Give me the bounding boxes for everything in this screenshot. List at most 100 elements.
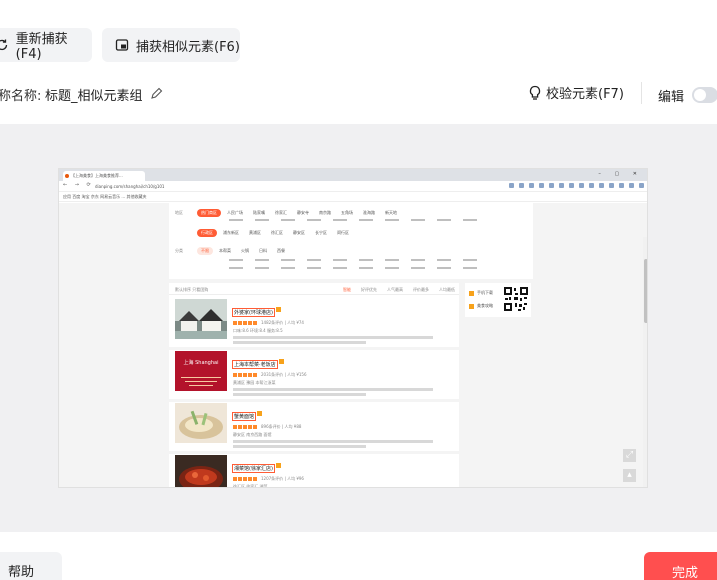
sort-option: 评价最多 <box>413 287 429 292</box>
filter-items: 浦东新区 黄浦区 徐汇区 静安区 长宁区 闵行区 <box>223 230 349 236</box>
text-line <box>233 393 367 396</box>
filter-option: 静安寺 <box>297 210 309 215</box>
edit-mode-label: 编辑 <box>658 90 685 105</box>
badge-icon <box>275 307 281 312</box>
edit-mode-toggle[interactable] <box>692 87 717 103</box>
recapture-button[interactable]: 重新捕获(F4) <box>0 28 92 62</box>
filter-option: 陆家嘴 <box>253 210 265 215</box>
scrollbar-thumb <box>644 259 647 323</box>
browser-tab-title: 【上海美食】上海美食推荐... <box>71 173 123 178</box>
filter-option: 新天地 <box>385 210 397 215</box>
filter-option: 本帮菜 <box>219 248 231 253</box>
filter-row-district: 行政区 浦东新区 黄浦区 徐汇区 静安区 长宁区 闵行区 <box>169 229 533 237</box>
filter-option: 黄浦区 <box>249 230 261 235</box>
shop-meta: 896条评价 | 人均 ¥88 <box>261 424 302 429</box>
lightbulb-icon <box>528 85 542 101</box>
shop-thumbnail <box>175 299 227 339</box>
element-name-value: 标题_相似元素组 <box>45 89 143 104</box>
sort-option: 好评优先 <box>361 287 377 292</box>
shop-list-item: 蟹黄面馆 896条评价 | 人均 ¥88 静安区 南京西路 面馆 <box>175 401 457 449</box>
toggle-knob <box>694 89 706 101</box>
verify-element-button[interactable]: 校验元素(F7) <box>528 83 624 102</box>
shop-sub: 徐汇区 徐家汇 湘菜 <box>233 484 268 488</box>
filter-option: 西餐 <box>277 248 285 253</box>
filter-placeholder-line <box>229 259 529 262</box>
browser-extensions <box>509 183 647 188</box>
side-link: 手机下载 <box>469 290 493 296</box>
badge-icon <box>275 463 281 468</box>
sort-option: 智能 <box>343 287 351 292</box>
recapture-label: 重新捕获(F4) <box>15 32 68 62</box>
shop-list-item: 湘菜馆(徐家汇店) 1207条评价 | 人均 ¥96 徐汇区 徐家汇 湘菜 <box>175 453 457 488</box>
capture-similar-button[interactable]: 捕获相似元素(F6) <box>102 28 240 62</box>
done-button[interactable]: 完成 <box>644 552 717 580</box>
text-line <box>233 388 433 391</box>
name-label: 称名称: <box>0 89 42 104</box>
shop-meta: 1207条评价 | 人均 ¥96 <box>261 476 304 481</box>
refresh-icon <box>0 37 10 53</box>
shop-sub: 口味:8.6 环境:8.4 服务:8.5 <box>233 328 283 333</box>
name-row: 称名称: 标题_相似元素组 校验元素(F7) 编辑 <box>0 80 717 108</box>
rating-stars: 2031条评价 | 人均 ¥156 <box>233 372 455 378</box>
shop-title: 上海本帮菜·老饭店 <box>232 360 278 369</box>
capture-similar-icon <box>114 37 130 53</box>
sort-option: 人气最高 <box>387 287 403 292</box>
browser-screenshot: 【上海美食】上海美食推荐... – ▢ ✕ ← → ⟳ dianping.com… <box>58 168 648 488</box>
fullscreen-icon: ⤢ <box>623 449 636 462</box>
sort-options: 智能 好评优先 人气最高 评价最多 人均最低 <box>343 287 455 293</box>
shop-thumbnail <box>175 455 227 487</box>
sort-left-label: 默认排序 只看团购 <box>175 287 209 292</box>
back-to-top-icon: ▴ <box>623 469 636 482</box>
filter-option: 人民广场 <box>227 210 243 215</box>
filter-option: 长宁区 <box>315 230 327 235</box>
filter-option: 淮海路 <box>363 210 375 215</box>
filter-option: 火锅 <box>241 248 249 253</box>
filter-key: 地区 <box>175 210 183 215</box>
shop-thumbnail <box>175 403 227 443</box>
filter-option: 静安区 <box>293 230 305 235</box>
shop-title: 外婆家(环球港店) <box>232 308 275 317</box>
sort-bar: 默认排序 只看团购 智能 好评优先 人气最高 评价最多 人均最低 <box>169 283 459 295</box>
shop-sub: 黄浦区 豫园 本帮江浙菜 <box>233 380 276 385</box>
capture-similar-label: 捕获相似元素(F6) <box>136 39 240 55</box>
filter-key: 分类 <box>175 248 183 253</box>
shop-title: 湘菜馆(徐家汇店) <box>232 464 275 473</box>
filter-option: 闵行区 <box>337 230 349 235</box>
shop-sub: 静安区 南京西路 面馆 <box>233 432 272 437</box>
filter-items: 本帮菜 火锅 日料 西餐 <box>219 248 285 254</box>
sort-option: 人均最低 <box>439 287 455 292</box>
filter-chip-category: 不限 <box>197 247 213 255</box>
help-button[interactable]: 帮助 <box>0 552 62 580</box>
filter-option: 徐汇区 <box>271 230 283 235</box>
filter-option: 徐家汇 <box>275 210 287 215</box>
badge-icon <box>278 359 284 364</box>
browser-url: dianping.com/shanghai/ch10/g101 <box>95 184 165 189</box>
browser-tabstrip: 【上海美食】上海美食推荐... – ▢ ✕ <box>59 169 647 181</box>
poster-text: 上海 Shanghai <box>183 360 219 366</box>
dianping-page: 地区 热门商区 人民广场 陆家嘴 徐家汇 静安寺 南京路 五角场 淮海路 新天地 行政区 浦东… <box>59 203 647 488</box>
capture-preview-area: 【上海美食】上海美食推荐... – ▢ ✕ ← → ⟳ dianping.com… <box>0 124 717 532</box>
sidebar-promo: 手机下载 美食攻略 <box>465 283 531 317</box>
shop-meta: 1482条评价 | 人均 ¥74 <box>261 320 304 325</box>
browser-nav-icons: ← → ⟳ <box>63 182 94 188</box>
filter-row-area: 地区 热门商区 人民广场 陆家嘴 徐家汇 静安寺 南京路 五角场 淮海路 新天地 <box>169 209 533 217</box>
text-line <box>233 445 367 448</box>
filter-chip-active: 热门商区 <box>197 209 221 217</box>
filter-option: 浦东新区 <box>223 230 239 235</box>
edit-name-pencil-icon[interactable] <box>150 87 163 104</box>
rating-stars: 1207条评价 | 人均 ¥96 <box>233 476 455 482</box>
shop-list-item: 上海 Shanghai 上海本帮菜·老饭店 2031条评价 | 人均 ¥156 黄浦区… <box>175 349 457 397</box>
text-line <box>233 336 433 339</box>
shop-list-item: 外婆家(环球港店) 1482条评价 | 人均 ¥74 口味:8.6 环境:8.4 服… <box>175 297 457 345</box>
bookmarks-bar: 应用 百度 淘宝 京东 网易云音乐 ... 其他收藏夹 <box>59 192 647 202</box>
filter-option: 五角场 <box>341 210 353 215</box>
shop-meta: 2031条评价 | 人均 ¥156 <box>261 372 307 377</box>
badge-icon <box>257 411 263 416</box>
browser-address-bar: ← → ⟳ dianping.com/shanghai/ch10/g101 <box>59 181 647 192</box>
filter-placeholder-line <box>229 267 529 270</box>
shop-results-list: 默认排序 只看团购 智能 好评优先 人气最高 评价最多 人均最低 外婆家(环球港店) 14… <box>169 283 459 488</box>
qr-code-icon <box>503 286 529 312</box>
filter-chip-district: 行政区 <box>197 229 217 237</box>
browser-tab: 【上海美食】上海美食推荐... <box>63 171 145 181</box>
text-line <box>233 341 367 344</box>
